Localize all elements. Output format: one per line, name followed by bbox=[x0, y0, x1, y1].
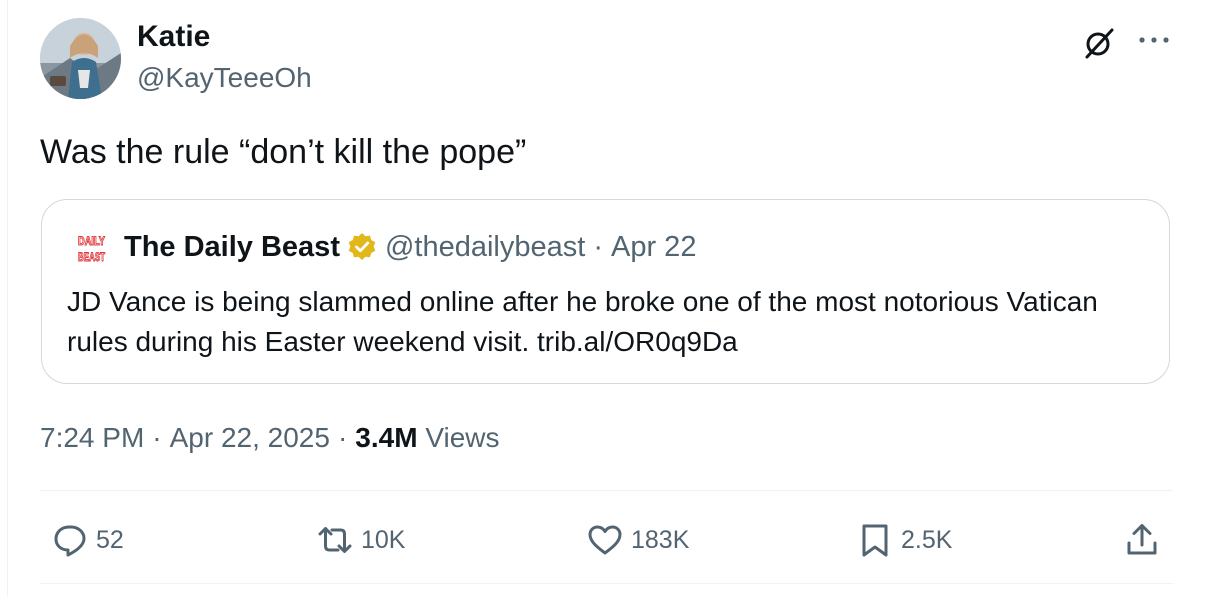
reply-button[interactable]: 52 bbox=[52, 520, 124, 560]
views-count: 3.4M bbox=[355, 422, 418, 453]
quoted-author-handle[interactable]: @thedailybeast bbox=[385, 228, 585, 266]
heart-icon bbox=[588, 525, 622, 555]
reply-icon bbox=[54, 525, 86, 557]
profile-photo-icon bbox=[40, 18, 121, 99]
views-label: Views bbox=[425, 422, 500, 453]
separator-dot: · bbox=[337, 422, 348, 453]
quoted-tweet-card[interactable]: DAILY BEAST The Daily Beast @thedailybea… bbox=[41, 199, 1170, 384]
daily-beast-logo-icon: DAILY BEAST bbox=[76, 230, 107, 266]
svg-text:DAILY: DAILY bbox=[78, 234, 105, 248]
repost-count: 10K bbox=[361, 525, 406, 554]
quoted-author-name[interactable]: The Daily Beast bbox=[124, 228, 340, 266]
repost-icon bbox=[318, 527, 352, 553]
separator-dot: · bbox=[593, 231, 603, 263]
more-options-icon[interactable] bbox=[1137, 30, 1171, 50]
bookmark-count: 2.5K bbox=[901, 525, 953, 554]
tweet-date[interactable]: Apr 22, 2025 bbox=[170, 422, 330, 453]
like-count: 183K bbox=[631, 525, 690, 554]
share-icon bbox=[1127, 524, 1157, 555]
bookmark-button[interactable]: 2.5K bbox=[857, 520, 952, 560]
tweet-meta: 7:24 PM · Apr 22, 2025 · 3.4M Views bbox=[40, 418, 500, 458]
author-display-name[interactable]: Katie bbox=[137, 20, 210, 54]
quoted-tweet-header: The Daily Beast @thedailybeast · Apr 22 bbox=[124, 228, 696, 266]
tweet-time[interactable]: 7:24 PM bbox=[40, 422, 144, 453]
like-button[interactable]: 183K bbox=[587, 520, 689, 560]
repost-button[interactable]: 10K bbox=[317, 520, 405, 560]
divider-top bbox=[40, 490, 1173, 491]
divider-bottom bbox=[40, 583, 1173, 584]
grok-icon[interactable] bbox=[1082, 26, 1116, 60]
quoted-tweet-text: JD Vance is being slammed online after h… bbox=[67, 286, 1098, 357]
share-button[interactable] bbox=[1124, 520, 1160, 560]
svg-text:BEAST: BEAST bbox=[78, 250, 105, 264]
quoted-tweet-date[interactable]: Apr 22 bbox=[611, 228, 696, 266]
reply-count: 52 bbox=[96, 525, 124, 554]
avatar[interactable] bbox=[40, 18, 121, 99]
verified-badge-icon[interactable] bbox=[347, 232, 377, 262]
author-handle[interactable]: @KayTeeeOh bbox=[137, 61, 312, 95]
separator-dot: · bbox=[152, 422, 162, 453]
left-border bbox=[7, 0, 8, 596]
tweet-text: Was the rule “don’t kill the pope” bbox=[40, 133, 527, 171]
bookmark-icon bbox=[862, 524, 888, 557]
